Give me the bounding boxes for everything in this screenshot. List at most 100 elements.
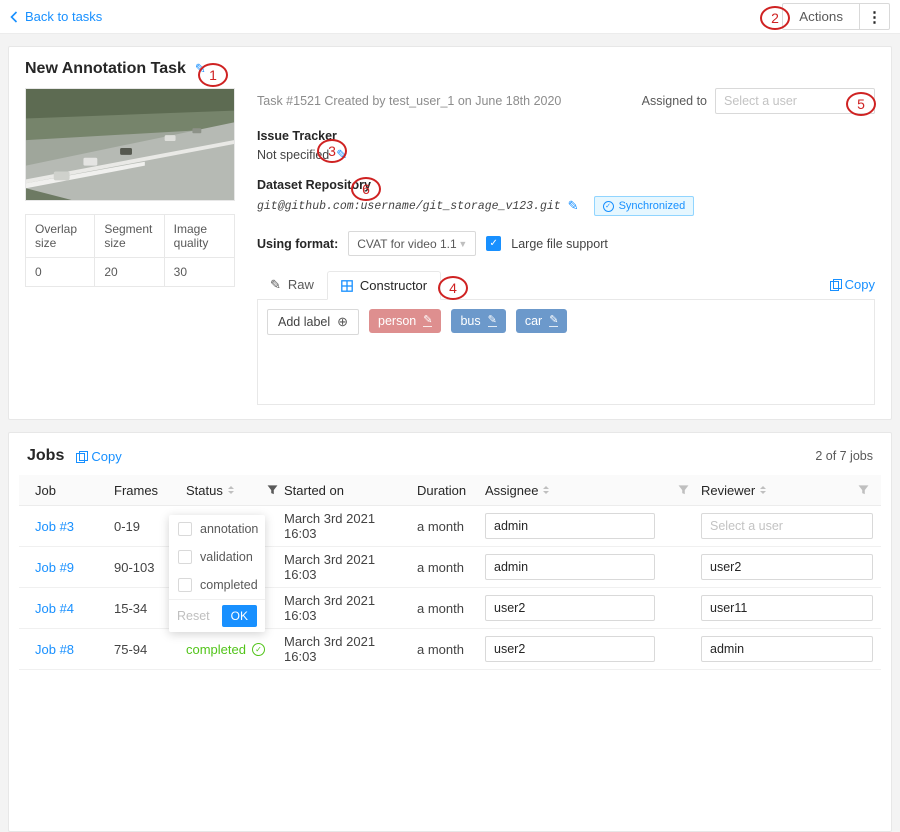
frames-value: 15-34 bbox=[114, 601, 147, 616]
edit-label-icon[interactable]: ✎ bbox=[549, 315, 558, 327]
plus-circle-icon: ⊕ bbox=[337, 314, 348, 330]
table-row: Job #8 75-94 completed ✓ March 3rd 2021 … bbox=[19, 629, 881, 670]
sort-icon[interactable] bbox=[760, 483, 766, 497]
column-job: Job bbox=[19, 475, 114, 505]
jobs-count: 2 of 7 jobs bbox=[815, 449, 873, 463]
job-link[interactable]: Job #8 bbox=[35, 642, 74, 657]
duration-value: a month bbox=[417, 560, 464, 575]
column-frames: Frames bbox=[114, 475, 186, 505]
task-details-card: New Annotation Task ✎ Overlap size Seg bbox=[8, 46, 892, 420]
reviewer-input[interactable] bbox=[701, 595, 873, 621]
jobs-table: Job Frames Status Started on Duration As… bbox=[19, 475, 881, 670]
frames-value: 0-19 bbox=[114, 519, 140, 534]
filter-icon-assignee[interactable] bbox=[678, 485, 689, 496]
checkbox-completed[interactable] bbox=[178, 578, 192, 592]
column-duration: Duration bbox=[417, 475, 485, 505]
copy-icon bbox=[76, 451, 86, 462]
sort-icon[interactable] bbox=[228, 483, 234, 497]
checkbox-annotation[interactable] bbox=[178, 522, 192, 536]
job-link[interactable]: Job #3 bbox=[35, 519, 74, 534]
large-file-label: Large file support bbox=[511, 237, 608, 251]
label-chip-bus[interactable]: bus ✎ bbox=[451, 309, 505, 333]
tab-raw[interactable]: ✎ Raw bbox=[257, 270, 327, 299]
checkbox-validation[interactable] bbox=[178, 550, 192, 564]
frames-value: 90-103 bbox=[114, 560, 154, 575]
duration-value: a month bbox=[417, 642, 464, 657]
column-started-on: Started on bbox=[284, 475, 417, 505]
job-link[interactable]: Job #9 bbox=[35, 560, 74, 575]
status-filter-dropdown: annotation validation completed Reset OK bbox=[169, 515, 265, 632]
annotation-circle-1: 1 bbox=[198, 63, 228, 87]
started-value: March 3rd 2021 16:03 bbox=[284, 511, 409, 541]
reviewer-input[interactable] bbox=[701, 513, 873, 539]
jobs-card: Jobs Copy 2 of 7 jobs Job Frames Status … bbox=[8, 432, 892, 832]
param-value-overlap: 0 bbox=[26, 258, 95, 286]
assignee-input[interactable] bbox=[485, 636, 655, 662]
copy-labels-link[interactable]: Copy bbox=[830, 277, 875, 292]
column-assignee[interactable]: Assignee bbox=[485, 475, 701, 505]
sync-check-icon: ✓ bbox=[603, 201, 614, 212]
job-link[interactable]: Job #4 bbox=[35, 601, 74, 616]
filter-option-validation[interactable]: validation bbox=[169, 543, 265, 571]
task-meta: Task #1521 Created by test_user_1 on Jun… bbox=[257, 94, 642, 108]
filter-icon-reviewer[interactable] bbox=[858, 485, 869, 496]
assignee-input[interactable] bbox=[485, 554, 655, 580]
edit-label-icon[interactable]: ✎ bbox=[423, 315, 432, 327]
param-header: Segment size bbox=[95, 215, 164, 258]
using-format-label: Using format: bbox=[257, 237, 338, 251]
edit-repository-icon[interactable]: ✎ bbox=[568, 198, 579, 214]
started-value: March 3rd 2021 16:03 bbox=[284, 552, 409, 582]
assigned-to-label: Assigned to bbox=[642, 94, 707, 108]
status-check-icon: ✓ bbox=[252, 643, 265, 656]
assignee-input[interactable] bbox=[485, 595, 655, 621]
actions-button[interactable]: Actions bbox=[782, 3, 860, 30]
param-value-quality: 30 bbox=[165, 258, 234, 286]
filter-option-annotation[interactable]: annotation bbox=[169, 515, 265, 543]
dataset-repository-url: git@github.com:username/git_storage_v123… bbox=[257, 200, 561, 213]
filter-ok-button[interactable]: OK bbox=[222, 605, 257, 627]
format-select[interactable]: CVAT for video 1.1 ▼ bbox=[348, 231, 476, 256]
task-preview-image bbox=[25, 88, 235, 201]
started-value: March 3rd 2021 16:03 bbox=[284, 634, 409, 664]
task-parameters-table: Overlap size Segment size Image quality … bbox=[25, 214, 235, 287]
annotation-circle-5: 5 bbox=[846, 92, 876, 116]
copy-jobs-link[interactable]: Copy bbox=[76, 449, 121, 464]
reviewer-input[interactable] bbox=[701, 636, 873, 662]
annotation-circle-4: 4 bbox=[438, 276, 468, 300]
filter-option-completed[interactable]: completed bbox=[169, 571, 265, 599]
dataset-repository-label: Dataset Repository bbox=[257, 178, 875, 192]
actions-button-group: Actions ⋮ bbox=[782, 3, 890, 30]
jobs-table-header: Job Frames Status Started on Duration As… bbox=[19, 475, 881, 506]
pencil-icon: ✎ bbox=[270, 277, 281, 293]
format-selected-value: CVAT for video 1.1 bbox=[357, 237, 456, 251]
tab-constructor[interactable]: Constructor bbox=[327, 271, 441, 300]
param-header: Image quality bbox=[165, 215, 234, 258]
back-to-tasks-link[interactable]: Back to tasks bbox=[10, 9, 102, 24]
frames-value: 75-94 bbox=[114, 642, 147, 657]
task-title: New Annotation Task bbox=[25, 60, 186, 78]
column-status[interactable]: Status bbox=[186, 475, 284, 505]
column-reviewer[interactable]: Reviewer bbox=[701, 475, 881, 505]
table-row: Job #4 15-34 March 3rd 2021 16:03 a mont… bbox=[19, 588, 881, 629]
duration-value: a month bbox=[417, 601, 464, 616]
sort-icon[interactable] bbox=[543, 483, 549, 497]
sync-status-badge: ✓ Synchronized bbox=[594, 196, 695, 216]
assignee-input[interactable] bbox=[485, 513, 655, 539]
back-chevron-icon bbox=[10, 11, 18, 23]
param-header: Overlap size bbox=[26, 215, 95, 258]
label-chip-car[interactable]: car ✎ bbox=[516, 309, 568, 333]
add-label-button[interactable]: Add label ⊕ bbox=[267, 309, 359, 335]
jobs-title: Jobs bbox=[27, 447, 64, 465]
status-value: completed ✓ bbox=[186, 642, 265, 657]
param-value-segment: 20 bbox=[95, 258, 164, 286]
filter-reset-button[interactable]: Reset bbox=[177, 609, 210, 623]
large-file-checkbox[interactable]: ✓ bbox=[486, 236, 501, 251]
actions-menu-dots-button[interactable]: ⋮ bbox=[860, 3, 890, 30]
edit-label-icon[interactable]: ✎ bbox=[488, 315, 497, 327]
annotation-circle-2: 2 bbox=[760, 6, 790, 30]
label-chip-person[interactable]: person ✎ bbox=[369, 309, 441, 333]
filter-icon-status[interactable] bbox=[267, 485, 278, 496]
started-value: March 3rd 2021 16:03 bbox=[284, 593, 409, 623]
reviewer-input[interactable] bbox=[701, 554, 873, 580]
table-row: Job #9 90-103 March 3rd 2021 16:03 a mon… bbox=[19, 547, 881, 588]
